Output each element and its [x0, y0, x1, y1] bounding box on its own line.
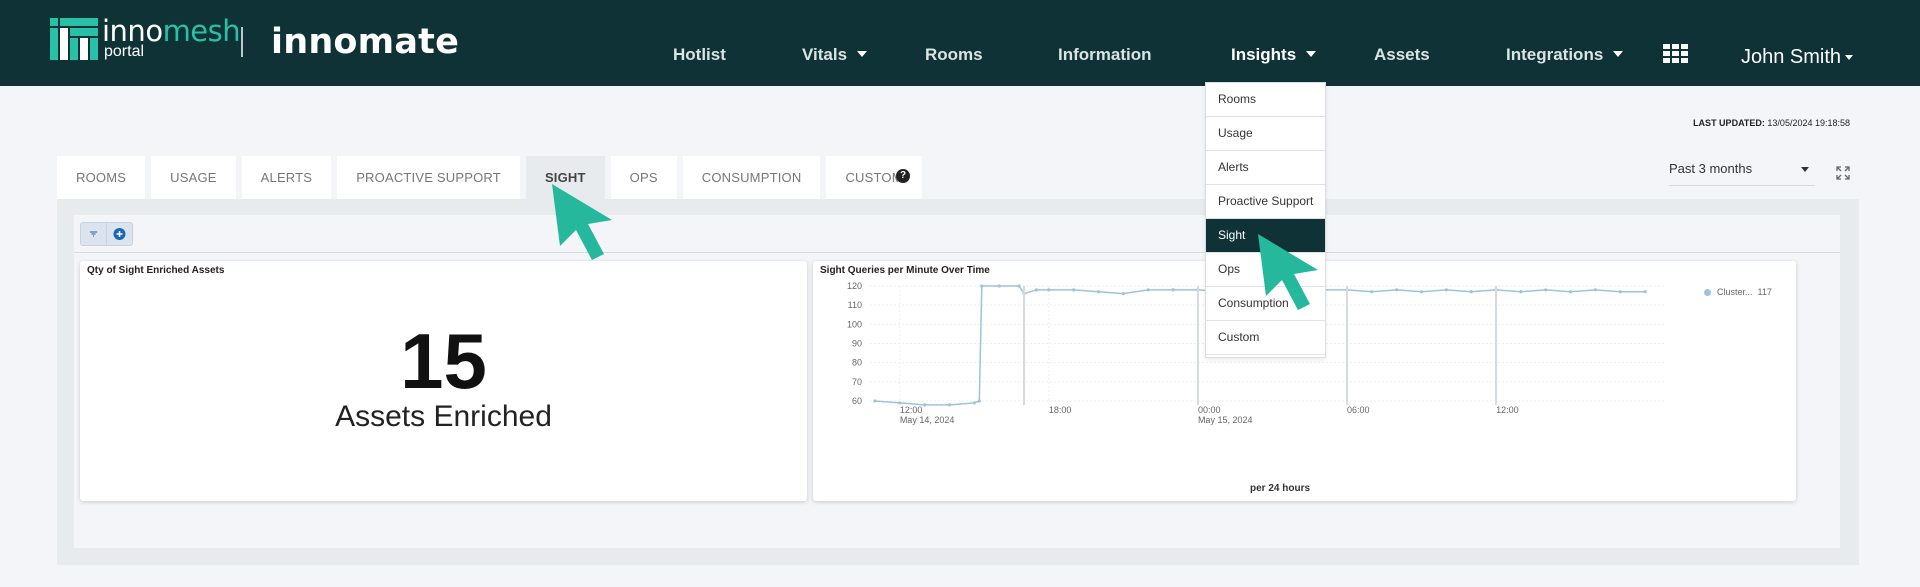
brand-divider — [241, 27, 243, 57]
nav-rooms[interactable]: Rooms — [925, 45, 983, 65]
tab-ops[interactable]: OPS — [610, 156, 677, 199]
data-point — [947, 403, 952, 407]
nav-integrations[interactable]: Integrations — [1506, 45, 1624, 65]
brand-subtitle: portal — [104, 43, 145, 60]
x-tick-sublabel: May 15, 2024 — [1198, 415, 1253, 425]
nav-hotlist[interactable]: Hotlist — [673, 45, 726, 65]
data-point — [972, 401, 976, 405]
tab-consumption[interactable]: CONSUMPTION — [682, 156, 821, 199]
data-point — [1643, 290, 1647, 294]
chevron-down-icon — [1801, 167, 1809, 172]
data-point — [1171, 288, 1175, 292]
filter-button[interactable] — [80, 222, 107, 246]
help-icon[interactable]: ? — [896, 169, 910, 183]
data-point — [1047, 288, 1051, 292]
tab-proactive-support[interactable]: PROACTIVE SUPPORT — [337, 156, 520, 199]
nav-assets[interactable]: Assets — [1374, 45, 1430, 65]
data-point — [1017, 284, 1021, 288]
legend-value: 117 — [1757, 287, 1772, 297]
data-point — [873, 399, 877, 403]
chevron-down-icon — [857, 51, 868, 57]
filter-icon — [90, 231, 97, 237]
y-tick-label: 110 — [848, 300, 862, 310]
top-navbar: innomesh portal innomate Hotlist Vitals … — [0, 0, 1920, 86]
chevron-down-icon — [1613, 51, 1624, 57]
y-tick-label: 60 — [852, 396, 862, 406]
insight-tabs: ROOMS USAGE ALERTS PROACTIVE SUPPORT SIG… — [57, 156, 928, 199]
card-title: Qty of Sight Enriched Assets — [87, 265, 225, 276]
menu-item-rooms[interactable]: Rooms — [1206, 83, 1325, 117]
x-axis-title: per 24 hours — [1250, 483, 1311, 494]
tab-usage[interactable]: USAGE — [151, 156, 236, 199]
chevron-down-icon — [1306, 51, 1317, 57]
data-point — [997, 284, 1001, 288]
data-point — [898, 401, 902, 405]
add-widget-button[interactable] — [106, 222, 133, 246]
assets-count: 15 — [400, 317, 487, 405]
pointer-cursor-icon — [1258, 234, 1318, 310]
menu-item-usage[interactable]: Usage — [1206, 117, 1325, 151]
x-tick-label: 18:00 — [1049, 405, 1072, 415]
data-point — [1146, 288, 1150, 292]
dashboard-toolbar — [74, 215, 1840, 253]
data-point — [1096, 290, 1101, 294]
data-point — [1419, 290, 1424, 294]
assets-enriched-card: Qty of Sight Enriched Assets 15 Assets E… — [80, 261, 807, 501]
product-logo: innomate — [271, 22, 460, 62]
x-tick-label: 12:00 — [1496, 405, 1519, 415]
innomesh-logo-icon — [50, 18, 98, 60]
data-point — [1370, 290, 1374, 294]
x-tick-label: 06:00 — [1347, 405, 1370, 415]
chart-legend[interactable]: Cluster... 117 — [1704, 287, 1772, 297]
data-point — [977, 399, 981, 403]
data-point — [1593, 288, 1598, 292]
y-tick-label: 90 — [852, 339, 862, 349]
x-tick-sublabel: May 14, 2024 — [900, 415, 955, 425]
nav-insights[interactable]: Insights — [1231, 45, 1317, 65]
legend-swatch — [1704, 289, 1711, 296]
y-tick-label: 80 — [852, 358, 862, 368]
data-point — [1444, 288, 1448, 292]
legend-label: Cluster... — [1717, 287, 1753, 297]
data-point — [1121, 292, 1126, 296]
user-menu[interactable]: John Smith — [1741, 46, 1854, 69]
period-select[interactable]: Past 3 months — [1669, 158, 1815, 186]
data-point — [1469, 290, 1473, 294]
data-point — [923, 403, 927, 407]
y-tick-label: 100 — [847, 319, 862, 329]
data-point — [1072, 288, 1076, 292]
y-tick-label: 120 — [847, 281, 862, 291]
menu-item-custom[interactable]: Custom — [1206, 321, 1325, 355]
insights-dropdown-menu: Rooms Usage Alerts Proactive Support Sig… — [1205, 82, 1326, 358]
data-point — [1618, 290, 1622, 294]
data-point — [980, 284, 984, 288]
data-point — [1519, 290, 1523, 294]
data-point — [1395, 288, 1399, 292]
tab-rooms[interactable]: ROOMS — [57, 156, 146, 199]
data-point — [1034, 288, 1039, 292]
x-tick-label: 12:00 — [900, 405, 923, 415]
add-icon — [113, 228, 126, 240]
tab-alerts[interactable]: ALERTS — [241, 156, 332, 199]
last-updated: LAST UPDATED: 13/05/2024 19:18:58 — [1693, 118, 1850, 128]
chevron-down-icon — [1845, 55, 1854, 60]
assets-caption: Assets Enriched — [335, 400, 552, 433]
expand-icon[interactable] — [1836, 166, 1850, 180]
data-point — [1544, 288, 1548, 292]
apps-grid-icon[interactable] — [1663, 44, 1688, 64]
pointer-cursor-icon — [552, 184, 612, 260]
y-tick-label: 70 — [852, 377, 862, 387]
nav-vitals[interactable]: Vitals — [802, 45, 868, 65]
menu-item-alerts[interactable]: Alerts — [1206, 151, 1325, 185]
nav-information[interactable]: Information — [1058, 45, 1152, 65]
menu-item-proactive-support[interactable]: Proactive Support — [1206, 185, 1325, 219]
x-tick-label: 00:00 — [1198, 405, 1221, 415]
data-point — [1568, 290, 1573, 294]
